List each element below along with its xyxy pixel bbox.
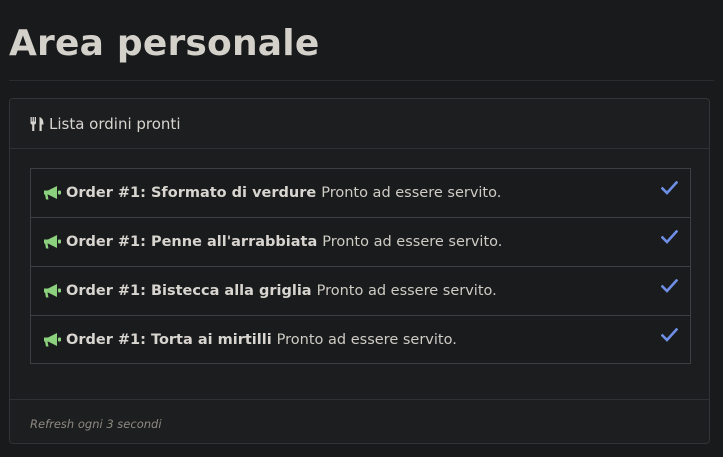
card-footer: Refresh ogni 3 secondi <box>10 399 709 443</box>
list-item: Order #1: Penne all'arrabbiata Pronto ad… <box>31 218 690 267</box>
refresh-note: Refresh ogni 3 secondi <box>30 417 162 431</box>
page-title: Area personale <box>9 23 320 64</box>
list-item: Order #1: Torta ai mirtilli Pronto ad es… <box>31 316 690 363</box>
megaphone-icon <box>43 283 62 299</box>
check-icon[interactable] <box>660 180 679 195</box>
card-header: Lista ordini pronti <box>10 99 709 149</box>
list-item: Order #1: Sformato di verdure Pronto ad … <box>31 169 690 218</box>
card-header-title: Lista ordini pronti <box>49 115 181 133</box>
order-status: Pronto ad essere servito. <box>276 331 457 348</box>
card-header-content: Lista ordini pronti <box>29 115 180 133</box>
order-name: Order #1: Penne all'arrabbiata <box>66 234 318 250</box>
order-list: Order #1: Sformato di verdure Pronto ad … <box>30 168 691 364</box>
ready-orders-card: Lista ordini pronti Order #1: Sformato d… <box>9 98 710 444</box>
order-name: Order #1: Sformato di verdure <box>66 185 317 201</box>
list-item: Order #1: Bistecca alla griglia Pronto a… <box>31 267 690 316</box>
check-icon[interactable] <box>660 327 679 342</box>
order-status: Pronto ad essere servito. <box>322 234 503 250</box>
title-divider <box>9 80 714 81</box>
order-status: Pronto ad essere servito. <box>321 185 502 201</box>
check-icon[interactable] <box>660 278 679 293</box>
order-status: Pronto ad essere servito. <box>316 283 497 299</box>
megaphone-icon <box>43 332 62 348</box>
order-name: Order #1: Torta ai mirtilli <box>66 331 272 348</box>
megaphone-icon <box>43 234 62 250</box>
megaphone-icon <box>43 185 62 201</box>
check-icon[interactable] <box>660 229 679 244</box>
order-name: Order #1: Bistecca alla griglia <box>66 283 312 299</box>
utensils-icon <box>29 116 45 132</box>
